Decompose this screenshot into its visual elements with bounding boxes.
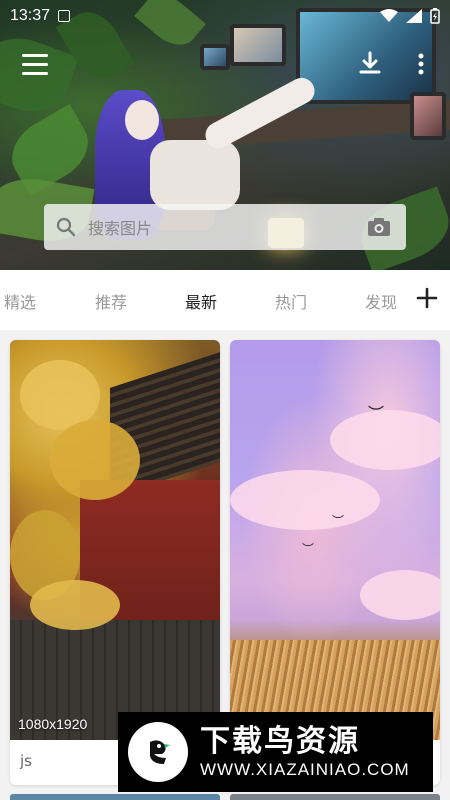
more-vertical-icon[interactable] — [414, 50, 428, 78]
tab-discover[interactable]: 发现 — [365, 289, 397, 313]
bird-icon: ︶ — [302, 542, 315, 556]
battery-icon — [430, 8, 440, 24]
status-bar: 13:37 — [0, 0, 450, 32]
status-time: 13:37 — [10, 7, 51, 24]
tab-latest[interactable]: 最新 — [185, 289, 217, 313]
camera-icon[interactable] — [364, 212, 394, 242]
hero-banner: 13:37 搜索图片 — [0, 0, 450, 270]
search-icon — [56, 217, 76, 237]
wifi-icon — [380, 9, 398, 22]
ginkgo-foliage — [50, 420, 140, 500]
tab-popular[interactable]: 热门 — [275, 289, 307, 313]
resolution-label: 1080x1920 — [18, 716, 88, 732]
sim-notification-icon — [58, 10, 71, 22]
tab-featured[interactable]: 精选 — [4, 289, 36, 313]
character-body — [150, 140, 240, 210]
wallpaper-image[interactable]: ︶ ︶ ︶ — [230, 340, 440, 740]
cloud — [360, 570, 440, 620]
monitor-mini — [200, 44, 230, 70]
search-bar[interactable]: 搜索图片 — [44, 204, 406, 250]
download-icon[interactable] — [356, 50, 384, 78]
cloud — [230, 470, 380, 530]
bird-logo-icon — [128, 722, 188, 782]
watermark-url: WWW.XIAZAINIAO.COM — [200, 760, 410, 779]
plus-icon[interactable] — [416, 287, 438, 309]
search-input[interactable]: 搜索图片 — [88, 215, 364, 239]
bird-icon: ︶ — [332, 514, 345, 528]
monitor-side — [410, 92, 446, 140]
ginkgo-foliage — [30, 580, 120, 630]
wallpaper-image[interactable]: 1080x1920 — [10, 340, 220, 740]
menu-icon[interactable] — [22, 54, 48, 76]
watermark-title: 下载鸟资源 — [200, 724, 360, 759]
status-icons — [380, 8, 440, 24]
cloud — [330, 410, 440, 470]
signal-icon — [406, 9, 422, 23]
author-name: js — [20, 752, 32, 770]
next-row-peek — [0, 794, 450, 800]
watermark-banner: 下载鸟资源 WWW.XIAZAINIAO.COM — [118, 712, 433, 792]
bird-icon: ︶ — [368, 404, 385, 423]
tab-recommended[interactable]: 推荐 — [95, 289, 127, 313]
character-face — [125, 100, 159, 140]
